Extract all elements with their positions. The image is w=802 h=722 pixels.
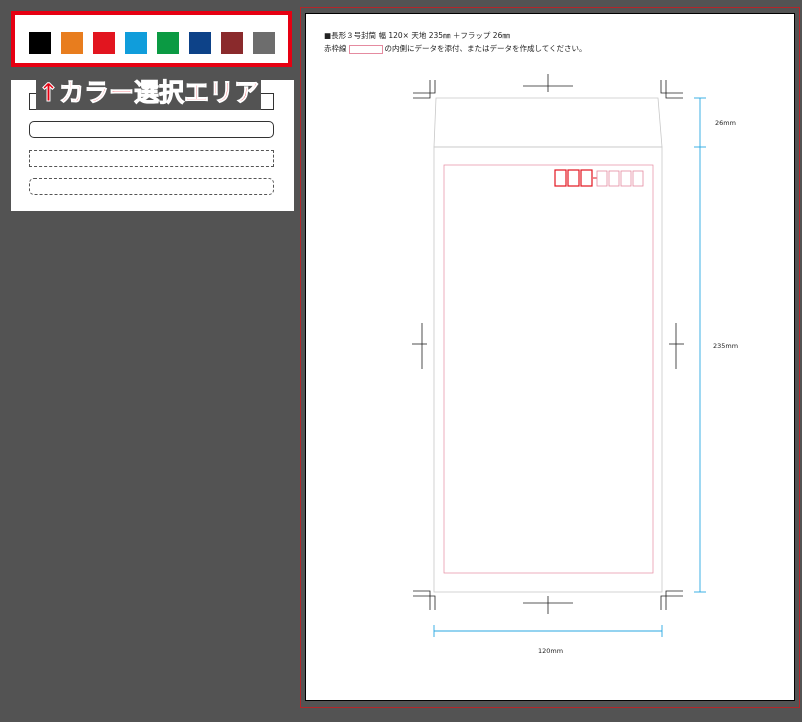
height-dimension-label: 235mm xyxy=(713,342,739,350)
envelope-body-outline xyxy=(433,146,663,593)
crop-marks xyxy=(412,74,684,614)
width-dimension-label: 120mm xyxy=(538,647,564,655)
flap-dimension-label: 26mm xyxy=(715,119,736,127)
envelope-flap-outline xyxy=(433,97,663,148)
up-arrow-icon: ↑ xyxy=(38,77,60,107)
safe-area-red-frame xyxy=(443,164,654,574)
color-selection-label: カラー選択エリア xyxy=(58,77,259,107)
dimension-guides xyxy=(433,97,706,637)
color-selection-caption: ↑ カラー選択エリア xyxy=(36,74,261,110)
postal-code-boxes xyxy=(554,169,644,187)
